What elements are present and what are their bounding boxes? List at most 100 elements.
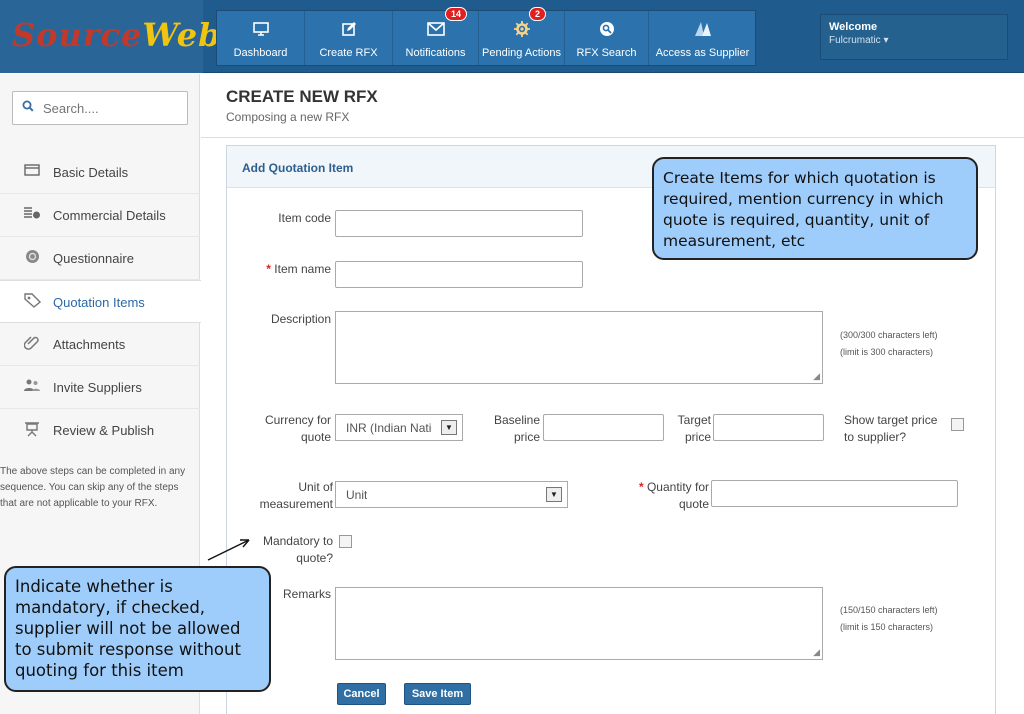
uom-label-line2: measurement xyxy=(259,497,333,511)
question-icon xyxy=(22,249,42,267)
sidebar-item-label: Invite Suppliers xyxy=(53,380,142,395)
description-hint: (300/300 characters left) (limit is 300 … xyxy=(840,327,938,361)
nav-create-rfx-label: Create RFX xyxy=(319,47,378,59)
logo-part-web: Web xyxy=(142,16,222,54)
edit-icon xyxy=(305,21,392,43)
panel-title: Add Quotation Item xyxy=(242,161,354,175)
description-textarea[interactable]: ◢ xyxy=(335,311,823,384)
item-name-label: * Item name xyxy=(247,261,331,278)
nav-dashboard[interactable]: Dashboard xyxy=(217,11,305,65)
uom-label-line1: Unit of xyxy=(298,480,333,494)
currency-label-line2: quote xyxy=(300,430,331,444)
sidebar-item-label: Quotation Items xyxy=(53,295,145,310)
currency-select[interactable]: INR (Indian National Rupee) ▼ xyxy=(335,414,463,441)
nav-access-as-supplier[interactable]: Access as Supplier xyxy=(649,11,756,65)
tag-icon xyxy=(22,293,42,311)
sidebar-item-label: Basic Details xyxy=(53,165,129,180)
user-menu[interactable]: Welcome Fulcrumatic ▾ xyxy=(820,14,1008,60)
show-target-price-checkbox[interactable] xyxy=(951,418,964,431)
description-label: Description xyxy=(270,312,331,326)
baseline-price-input[interactable] xyxy=(543,414,664,441)
search-box[interactable] xyxy=(12,91,188,125)
step-list: Basic Details Commercial Details Questio… xyxy=(0,151,201,452)
sidebar-item-attachments[interactable]: Attachments xyxy=(0,323,200,366)
easel-icon xyxy=(22,421,42,440)
quantity-input[interactable] xyxy=(711,480,958,507)
remarks-textarea[interactable]: ◢ xyxy=(335,587,823,660)
sidebar-item-quotation-items[interactable]: Quotation Items xyxy=(0,280,201,323)
sidebar-item-questionnaire[interactable]: Questionnaire xyxy=(0,237,200,280)
remarks-limit: (limit is 150 characters) xyxy=(840,622,934,632)
paperclip-icon xyxy=(22,335,42,354)
show-target-price-label: Show target price to supplier? xyxy=(844,412,937,446)
window-icon xyxy=(22,163,42,180)
sidebar-item-commercial-details[interactable]: Commercial Details xyxy=(0,194,200,237)
required-mark: * xyxy=(638,480,644,494)
remarks-chars-left: (150/150 characters left) xyxy=(840,605,938,615)
target-price-label: Target price xyxy=(667,412,711,446)
page-title: CREATE NEW RFX xyxy=(226,87,378,106)
baseline-label-line1: Baseline xyxy=(493,413,540,427)
target-label-line1: Target xyxy=(677,413,711,427)
search-icon xyxy=(565,21,648,43)
item-name-label-text: Item name xyxy=(274,262,331,276)
mandatory-checkbox[interactable] xyxy=(339,535,352,548)
sidebar-note: The above steps can be completed in any … xyxy=(0,466,186,509)
remarks-hint: (150/150 characters left) (limit is 150 … xyxy=(840,602,938,636)
nav-notifications-label: Notifications xyxy=(405,47,466,59)
nav-pending-actions-label: Pending Actions xyxy=(482,47,561,59)
sidebar-item-basic-details[interactable]: Basic Details xyxy=(0,151,200,194)
description-chars-left: (300/300 characters left) xyxy=(840,330,938,340)
currency-label-line1: Currency for xyxy=(264,413,331,427)
arrow-icon xyxy=(207,539,250,561)
welcome-text: Welcome xyxy=(829,21,878,33)
uom-label: Unit of measurement xyxy=(241,479,333,513)
nav-pending-actions[interactable]: 2 Pending Actions xyxy=(479,7,565,65)
chevron-down-icon[interactable]: ▼ xyxy=(441,420,457,435)
coins-icon xyxy=(22,206,42,223)
gear-icon xyxy=(479,21,564,43)
page-subtitle: Composing a new RFX xyxy=(226,110,350,124)
quantity-label-line1: Quantity for xyxy=(646,480,709,494)
nav-dashboard-label: Dashboard xyxy=(233,47,288,59)
logo[interactable]: SourceWeb xyxy=(12,16,221,54)
item-name-input[interactable] xyxy=(335,261,583,288)
search-input[interactable] xyxy=(43,98,183,118)
sidebar-item-invite-suppliers[interactable]: Invite Suppliers xyxy=(0,366,200,409)
sidebar-item-label: Attachments xyxy=(53,337,126,352)
supplier-icon xyxy=(649,21,756,43)
item-code-input[interactable] xyxy=(335,210,583,237)
baseline-price-label: Baseline price xyxy=(472,412,540,446)
callout-mandatory-note: Indicate whether is mandatory, if checke… xyxy=(4,566,271,692)
currency-label: Currency for quote xyxy=(247,412,331,446)
sidebar-item-label: Commercial Details xyxy=(53,208,166,223)
quantity-label: * Quantity for quote xyxy=(619,479,709,513)
save-item-button[interactable]: Save Item xyxy=(404,683,471,705)
resize-grip-icon[interactable]: ◢ xyxy=(813,647,820,658)
show-target-label-line2: to supplier? xyxy=(844,430,907,444)
sidebar-item-label: Questionnaire xyxy=(53,251,134,266)
target-label-line2: price xyxy=(684,430,711,444)
uom-value: Unit xyxy=(346,488,368,502)
chevron-down-icon[interactable]: ▼ xyxy=(546,487,562,502)
target-price-input[interactable] xyxy=(713,414,824,441)
pending-actions-badge: 2 xyxy=(529,7,547,21)
sidebar-item-review-publish[interactable]: Review & Publish xyxy=(0,409,200,452)
top-bar: SourceWeb Dashboard Create RFX 14 Notifi… xyxy=(0,0,1024,73)
nav-create-rfx[interactable]: Create RFX xyxy=(305,11,393,65)
callout-items-note: Create Items for which quotation is requ… xyxy=(652,157,978,260)
uom-select[interactable]: Unit ▼ xyxy=(335,481,568,508)
nav-access-as-supplier-label: Access as Supplier xyxy=(655,47,750,59)
description-limit: (limit is 300 characters) xyxy=(840,347,934,357)
nav-rfx-search[interactable]: RFX Search xyxy=(565,11,649,65)
resize-grip-icon[interactable]: ◢ xyxy=(813,371,820,382)
nav-notifications[interactable]: 14 Notifications xyxy=(393,7,479,65)
cancel-button[interactable]: Cancel xyxy=(337,683,386,705)
required-mark: * xyxy=(266,262,271,276)
logo-area: SourceWeb xyxy=(0,0,220,73)
monitor-icon xyxy=(217,21,304,43)
user-name-row: Fulcrumatic ▾ xyxy=(829,35,999,46)
users-icon xyxy=(22,378,42,395)
logo-part-source: Source xyxy=(12,16,143,54)
search-icon xyxy=(22,100,34,115)
